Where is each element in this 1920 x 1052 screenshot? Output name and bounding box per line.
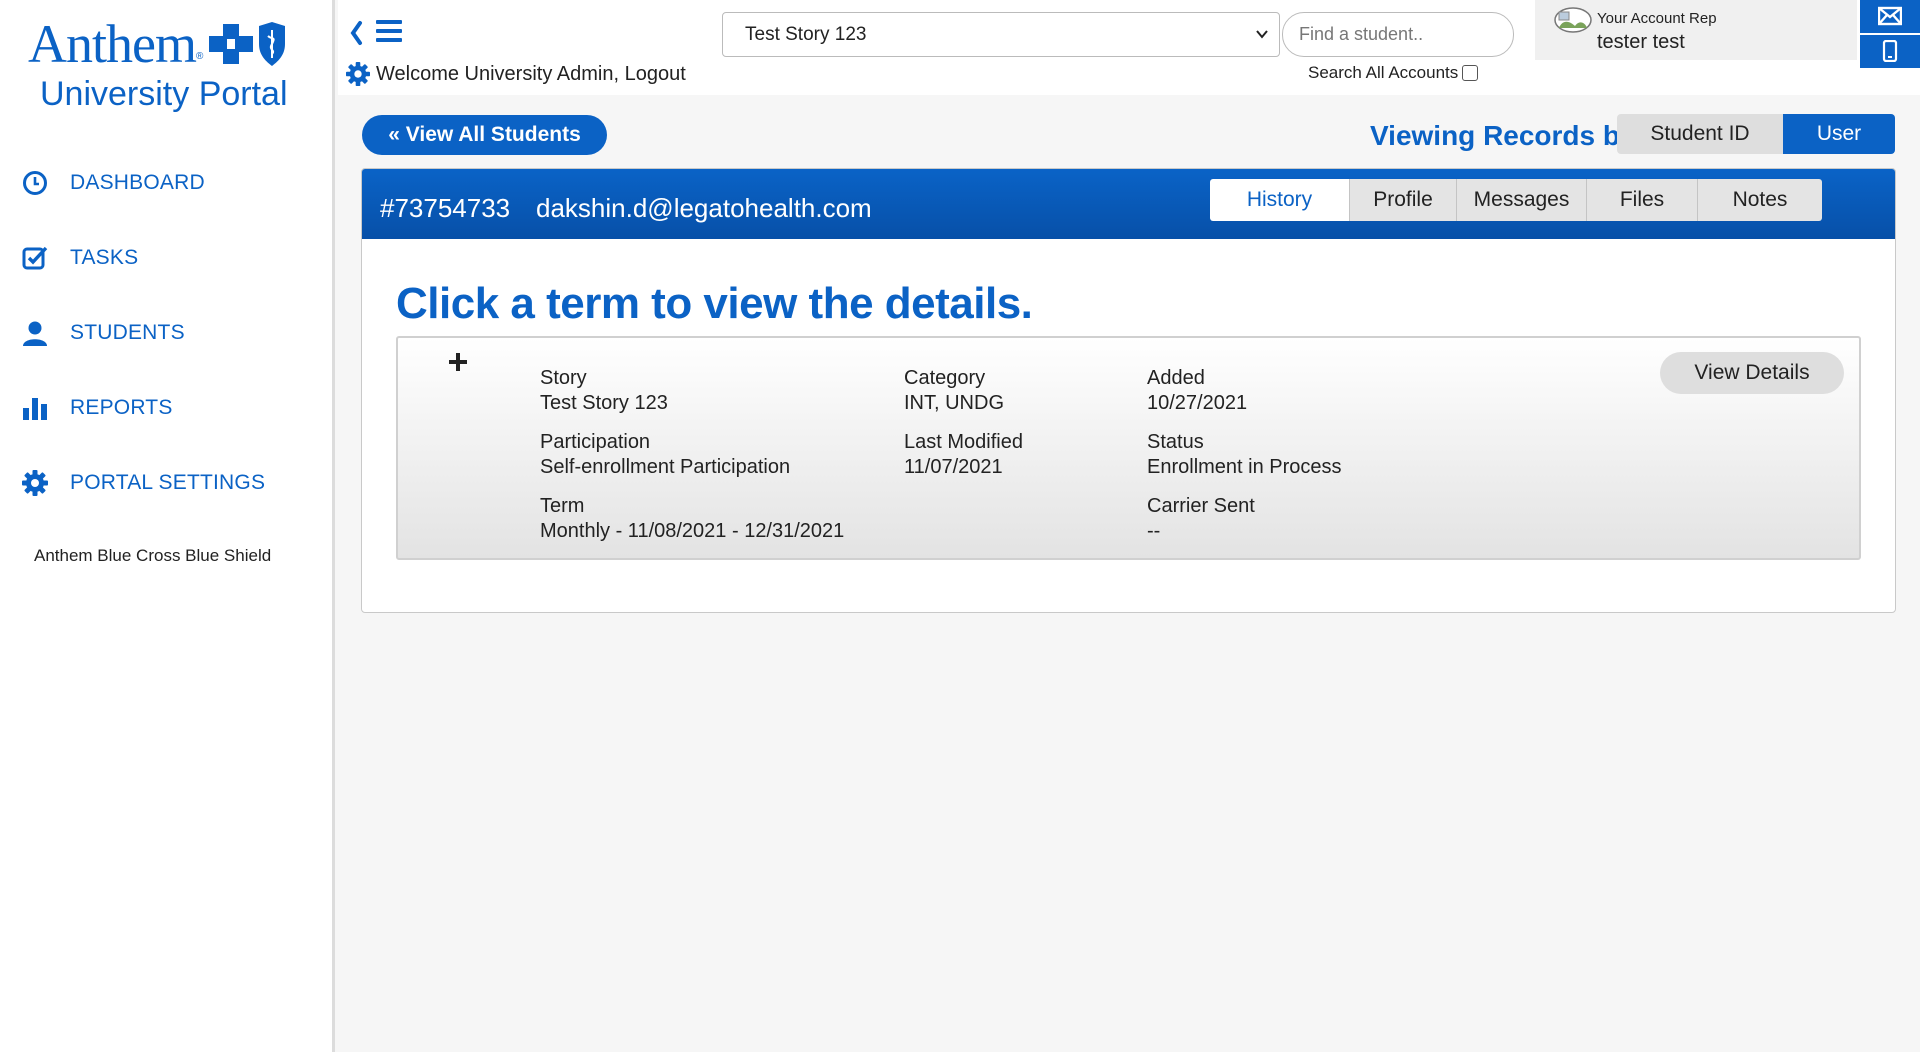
term-row[interactable]: Story Test Story 123 Category INT, UNDG … [396,336,1861,560]
view-details-button[interactable]: View Details [1660,352,1844,394]
field-value: Enrollment in Process [1147,456,1342,478]
sidebar-item-label: TASKS [70,245,139,269]
sidebar-item-label: STUDENTS [70,320,185,344]
find-student-input[interactable] [1282,12,1514,57]
view-all-students-button[interactable]: « View All Students [362,115,607,155]
phone-icon[interactable] [1882,40,1898,62]
sidebar-item-tasks[interactable]: TASKS [0,220,332,295]
brand-logo[interactable]: Anthem ® University Portal [28,14,318,114]
field-value: 10/27/2021 [1147,392,1248,414]
logo-wordmark: Anthem [28,14,197,74]
toggle-student-id[interactable]: Student ID [1617,114,1783,154]
field-term: Term Monthly - 11/08/2021 - 12/31/2021 [540,494,844,544]
field-label: Participation [540,431,651,453]
settings-gear-icon[interactable] [346,62,370,86]
gear-icon [22,469,48,496]
checkbox-icon [22,246,48,269]
field-participation: Participation Self-enrollment Participat… [540,430,790,480]
account-rep-avatar [1554,7,1592,33]
sidebar-item-reports[interactable]: REPORTS [0,370,332,445]
field-carrier-sent: Carrier Sent -- [1147,494,1255,544]
tab-notes[interactable]: Notes [1698,179,1822,221]
blue-shield-icon [259,22,286,66]
field-value: Test Story 123 [540,392,668,414]
tab-files[interactable]: Files [1587,179,1698,221]
blue-cross-icon [209,24,254,64]
welcome-message[interactable]: Welcome University Admin, Logout [346,62,686,86]
search-all-checkbox[interactable] [1462,65,1479,81]
sidebar-item-students[interactable]: STUDENTS [0,295,332,370]
history-heading: Click a term to view the details. [396,279,1033,328]
account-rep-name: tester test [1597,31,1685,53]
sidebar: Anthem ® University Portal DASHBOARD TAS… [0,0,335,1052]
field-category: Category INT, UNDG [904,366,1004,416]
sidebar-nav: DASHBOARD TASKS STUDENTS REPORTS PORTAL … [0,145,332,520]
welcome-text[interactable]: Welcome University Admin, Logout [376,63,686,86]
field-label: Carrier Sent [1147,495,1255,517]
portal-subtitle: University Portal [40,75,288,113]
sidebar-item-dashboard[interactable]: DASHBOARD [0,145,332,220]
field-last-modified: Last Modified 11/07/2021 [904,430,1023,480]
user-icon [23,321,47,346]
story-select[interactable]: Test Story 123 [722,12,1280,57]
top-bar: Welcome University Admin, Logout Test St… [338,0,1920,95]
field-story: Story Test Story 123 [540,366,668,416]
field-value: 11/07/2021 [904,456,1003,478]
story-select-value: Test Story 123 [745,23,867,45]
field-status: Status Enrollment in Process [1147,430,1342,480]
field-label: Added [1147,367,1205,389]
account-rep-box: Your Account Rep tester test [1535,0,1857,60]
student-record-card: #73754733 dakshin.d@legatohealth.com His… [361,168,1896,613]
toggle-user[interactable]: User [1783,114,1895,154]
sidebar-item-portal-settings[interactable]: PORTAL SETTINGS [0,445,332,520]
field-label: Story [540,367,587,389]
expand-plus-icon[interactable] [448,352,468,372]
student-email: dakshin.d@legatohealth.com [536,193,872,223]
chevron-down-icon [1256,30,1268,39]
student-header: #73754733 dakshin.d@legatohealth.com His… [362,169,1895,239]
sidebar-item-label: DASHBOARD [70,170,205,194]
chevron-left-icon[interactable] [348,18,364,48]
organization-name: Anthem Blue Cross Blue Shield [34,546,272,565]
clock-icon [23,170,47,195]
student-id: #73754733 [380,193,511,223]
field-label: Term [540,495,585,517]
field-value: Monthly - 11/08/2021 - 12/31/2021 [540,520,845,542]
field-value: -- [1147,520,1161,542]
viewing-records-toggle: Student ID User [1617,114,1895,154]
sidebar-item-label: REPORTS [70,395,173,419]
mail-icon[interactable] [1878,6,1902,26]
field-label: Status [1147,431,1204,453]
hamburger-menu-icon[interactable] [376,20,402,46]
viewing-records-label: Viewing Records by: [1370,120,1645,151]
registered-mark: ® [195,51,204,62]
contact-divider [1860,33,1920,35]
search-all-accounts[interactable]: Search All Accounts [1308,63,1479,83]
record-tabs: History Profile Messages Files Notes [1210,179,1822,221]
field-added: Added 10/27/2021 [1147,366,1247,416]
account-rep-title: Your Account Rep [1597,10,1717,27]
search-all-label: Search All Accounts [1308,63,1459,82]
contact-rep-panel [1860,0,1920,68]
tab-history[interactable]: History [1210,179,1350,221]
field-label: Category [904,367,986,389]
bar-chart-icon [23,397,47,420]
sidebar-item-label: PORTAL SETTINGS [70,470,266,494]
field-value: INT, UNDG [904,392,1004,414]
tab-messages[interactable]: Messages [1457,179,1587,221]
field-value: Self-enrollment Participation [540,456,791,478]
tab-profile[interactable]: Profile [1350,179,1457,221]
field-label: Last Modified [904,431,1023,453]
